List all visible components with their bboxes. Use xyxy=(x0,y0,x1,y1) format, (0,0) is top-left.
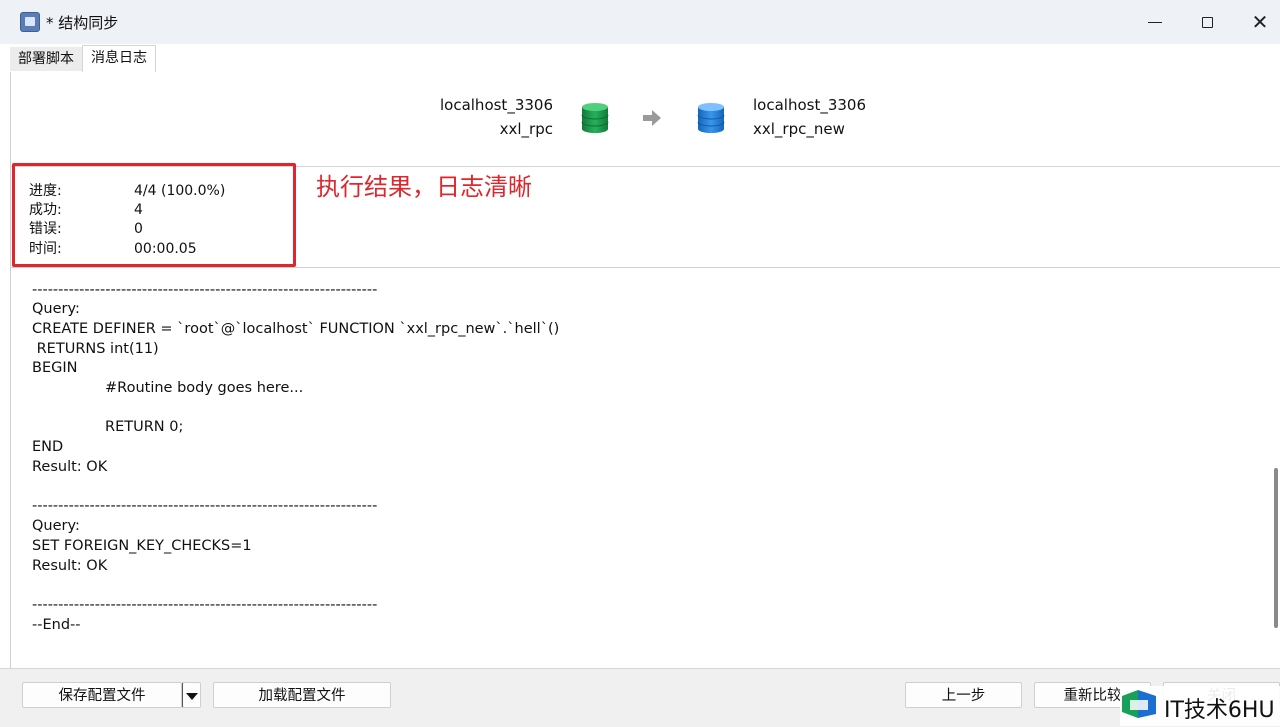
watermark-text: IT技术6HU xyxy=(1164,698,1275,723)
watermark: IT技术6HU xyxy=(1120,686,1280,726)
log-line: ----------------------------------------… xyxy=(32,282,378,298)
message-log: ----------------------------------------… xyxy=(11,268,1280,668)
target-database-icon xyxy=(697,103,725,133)
log-line: ----------------------------------------… xyxy=(32,498,378,514)
source-host: localhost_3306 xyxy=(439,96,553,114)
log-line: Result: OK xyxy=(32,459,108,475)
footer-bar: 保存配置文件 加载配置文件 上一步 重新比较 关闭 xyxy=(0,668,1280,727)
window-title: * 结构同步 xyxy=(46,14,119,32)
save-config-dropdown[interactable] xyxy=(182,682,201,708)
app-icon xyxy=(20,12,40,32)
title-bar: * 结构同步 ✕ xyxy=(0,0,1280,44)
log-line: CREATE DEFINER = `root`@`localhost` FUNC… xyxy=(32,321,560,337)
tab-message-log[interactable]: 消息日志 xyxy=(82,45,156,73)
save-config-button[interactable]: 保存配置文件 xyxy=(22,682,182,708)
close-window-button[interactable]: ✕ xyxy=(1245,8,1275,36)
source-database-icon xyxy=(581,103,609,133)
load-config-button[interactable]: 加载配置文件 xyxy=(213,682,391,708)
log-scrollbar[interactable] xyxy=(1274,468,1278,628)
log-line: RETURN 0; xyxy=(105,419,184,435)
arrow-right-icon xyxy=(643,110,661,126)
source-database: xxl_rpc xyxy=(499,120,553,138)
tab-bar: 部署脚本 消息日志 xyxy=(10,44,1280,73)
close-icon: ✕ xyxy=(1251,10,1269,34)
maximize-icon xyxy=(1201,16,1213,28)
maximize-button[interactable] xyxy=(1192,8,1222,36)
log-line: SET FOREIGN_KEY_CHECKS=1 xyxy=(32,538,252,554)
log-line: END xyxy=(32,439,64,455)
log-line: RETURNS int(11) xyxy=(32,341,159,357)
sync-window: * 结构同步 ✕ 部署脚本 消息日志 localhost_3306 xxl_rp… xyxy=(0,0,1280,727)
minimize-button[interactable] xyxy=(1140,8,1170,36)
annotation-text: 执行结果，日志清晰 xyxy=(316,173,532,201)
log-line: ----------------------------------------… xyxy=(32,597,378,613)
tab-deploy-script[interactable]: 部署脚本 xyxy=(10,47,82,71)
target-host: localhost_3306 xyxy=(753,96,867,114)
chevron-down-icon xyxy=(185,693,198,700)
previous-step-button[interactable]: 上一步 xyxy=(905,682,1022,708)
target-database: xxl_rpc_new xyxy=(753,120,845,138)
annotation-highlight-box xyxy=(12,163,296,267)
watermark-logo-icon xyxy=(1122,690,1156,718)
log-line: Result: OK xyxy=(32,558,108,574)
log-line: --End-- xyxy=(32,617,81,633)
log-line: Query: xyxy=(32,301,80,317)
minimize-icon xyxy=(1148,21,1162,23)
connection-header: localhost_3306 xxl_rpc localhost_3306 xx… xyxy=(11,72,1280,167)
log-line: Query: xyxy=(32,518,80,534)
log-line: BEGIN xyxy=(32,360,78,376)
log-line: #Routine body goes here... xyxy=(105,380,304,396)
